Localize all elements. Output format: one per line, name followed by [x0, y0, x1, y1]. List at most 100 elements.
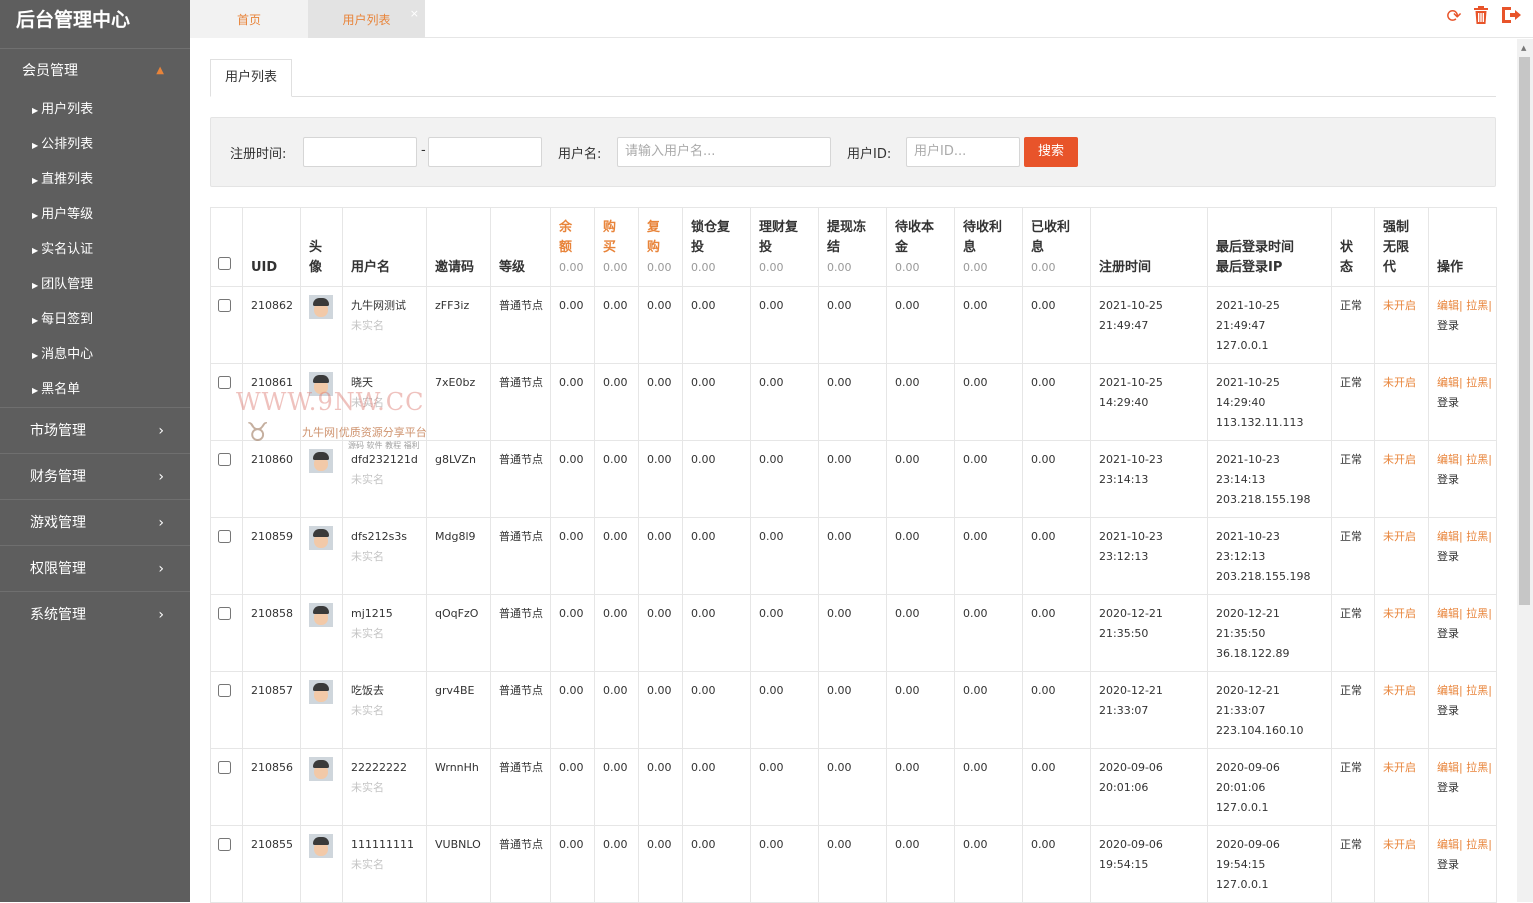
- cell-last-login: 2021-10-23 23:12:13 203.218.155.198: [1207, 517, 1332, 595]
- sidebar-group-4[interactable]: 系统管理 ›: [0, 591, 190, 637]
- cell-username: 晓天 未实名: [342, 363, 427, 441]
- caret-right-icon: ▶: [32, 386, 39, 395]
- search-button[interactable]: 搜索: [1024, 137, 1078, 167]
- sidebar-item-8[interactable]: ▶ 黑名单: [0, 372, 190, 407]
- sidebar-item-1[interactable]: ▶ 公排列表: [0, 127, 190, 162]
- blacklist-link[interactable]: 拉黑|: [1466, 607, 1492, 620]
- sidebar-item-4[interactable]: ▶ 实名认证: [0, 232, 190, 267]
- cell-avatar: [300, 671, 343, 749]
- edit-link[interactable]: 编辑|: [1437, 376, 1463, 389]
- invite-code: VUBNLO: [435, 838, 481, 851]
- reg-time-end-input[interactable]: [428, 137, 542, 167]
- sidebar-group-member[interactable]: 会员管理 ▲: [0, 48, 190, 92]
- row-checkbox[interactable]: [218, 607, 231, 620]
- row-checkbox[interactable]: [218, 761, 231, 774]
- blacklist-link[interactable]: 拉黑|: [1466, 684, 1492, 697]
- scrollbar[interactable]: ▲: [1517, 39, 1533, 902]
- blacklist-link[interactable]: 拉黑|: [1466, 376, 1492, 389]
- row-checkbox[interactable]: [218, 376, 231, 389]
- tab-home[interactable]: 首页: [190, 0, 308, 38]
- row-checkbox[interactable]: [218, 684, 231, 697]
- cell-lock: 0.00: [682, 286, 751, 364]
- username-input[interactable]: 请输入用户名...: [617, 137, 831, 167]
- caret-right-icon: ▶: [32, 176, 39, 185]
- edit-link[interactable]: 编辑|: [1437, 453, 1463, 466]
- row-checkbox[interactable]: [218, 453, 231, 466]
- chevron-right-icon: ›: [158, 515, 164, 531]
- login-time: 23:12:13: [1216, 550, 1266, 563]
- login-link[interactable]: 登录: [1437, 396, 1459, 409]
- blacklist-link[interactable]: 拉黑|: [1466, 530, 1492, 543]
- cell-avatar: [300, 517, 343, 595]
- tab-user-list[interactable]: 用户列表 ×: [308, 0, 425, 38]
- uid-input[interactable]: 用户ID...: [906, 137, 1020, 167]
- sidebar-group-2[interactable]: 游戏管理 ›: [0, 499, 190, 545]
- cell-invite: g8LVZn: [426, 440, 491, 518]
- level-value: 普通节点: [499, 530, 543, 543]
- balance-value: 0.00: [559, 376, 584, 389]
- scroll-up-icon[interactable]: ▲: [1521, 44, 1526, 52]
- edit-link[interactable]: 编辑|: [1437, 838, 1463, 851]
- login-time: 23:14:13: [1216, 473, 1266, 486]
- cell-last-login: 2020-12-21 21:33:07 223.104.160.10: [1207, 671, 1332, 749]
- sidebar-group-1[interactable]: 财务管理 ›: [0, 453, 190, 499]
- login-link[interactable]: 登录: [1437, 550, 1459, 563]
- invite-code: grv4BE: [435, 684, 475, 697]
- edit-link[interactable]: 编辑|: [1437, 530, 1463, 543]
- blacklist-link[interactable]: 拉黑|: [1466, 761, 1492, 774]
- sidebar-group-0[interactable]: 市场管理 ›: [0, 407, 190, 453]
- row-checkbox[interactable]: [218, 838, 231, 851]
- login-link[interactable]: 登录: [1437, 319, 1459, 332]
- edit-link[interactable]: 编辑|: [1437, 299, 1463, 312]
- cell-pending-principal: 0.00: [886, 825, 955, 903]
- select-all-checkbox[interactable]: [218, 257, 231, 270]
- cell-finance: 0.00: [750, 594, 819, 672]
- content-tab-user-list[interactable]: 用户列表: [210, 59, 292, 97]
- avatar-hair: [313, 606, 329, 614]
- close-icon[interactable]: ×: [410, 0, 419, 34]
- blacklist-link[interactable]: 拉黑|: [1466, 838, 1492, 851]
- blacklist-link[interactable]: 拉黑|: [1466, 453, 1492, 466]
- sidebar-group-3[interactable]: 权限管理 ›: [0, 545, 190, 591]
- sidebar-item-2[interactable]: ▶ 直推列表: [0, 162, 190, 197]
- login-link[interactable]: 登录: [1437, 858, 1459, 871]
- reg-date: 2020-12-21: [1099, 684, 1163, 697]
- avatar: [309, 603, 333, 627]
- sidebar-item-3[interactable]: ▶ 用户等级: [0, 197, 190, 232]
- row-checkbox[interactable]: [218, 530, 231, 543]
- login-link[interactable]: 登录: [1437, 781, 1459, 794]
- edit-link[interactable]: 编辑|: [1437, 607, 1463, 620]
- edit-link[interactable]: 编辑|: [1437, 684, 1463, 697]
- cell-lock: 0.00: [682, 594, 751, 672]
- avatar: [309, 757, 333, 781]
- login-link[interactable]: 登录: [1437, 704, 1459, 717]
- login-link[interactable]: 登录: [1437, 627, 1459, 640]
- login-date: 2021-10-25: [1216, 376, 1280, 389]
- reg-time-start-input[interactable]: [303, 137, 417, 167]
- logout-icon[interactable]: [1501, 6, 1521, 27]
- edit-link[interactable]: 编辑|: [1437, 761, 1463, 774]
- col-label: 待收利息: [963, 220, 1003, 255]
- sidebar-item-6[interactable]: ▶ 每日签到: [0, 302, 190, 337]
- balance-value: 0.00: [559, 684, 584, 697]
- status-value: 正常: [1340, 838, 1362, 851]
- row-checkbox[interactable]: [218, 299, 231, 312]
- trash-icon[interactable]: [1468, 6, 1495, 27]
- sidebar-group-label: 财务管理: [30, 469, 86, 485]
- refresh-icon[interactable]: ⟳: [1446, 6, 1461, 27]
- scrollbar-thumb[interactable]: [1519, 57, 1530, 605]
- sidebar-item-5[interactable]: ▶ 团队管理: [0, 267, 190, 302]
- login-link[interactable]: 登录: [1437, 473, 1459, 486]
- blacklist-link[interactable]: 拉黑|: [1466, 299, 1492, 312]
- col-label: 最后登录IP: [1216, 260, 1283, 275]
- col-label: 复购: [647, 220, 661, 255]
- col-ops: 操作: [1428, 207, 1497, 287]
- cell-buy: 0.00: [594, 671, 639, 749]
- chevron-right-icon: ›: [158, 607, 164, 623]
- real-name-status: 未实名: [351, 396, 384, 409]
- sidebar-item-0[interactable]: ▶ 用户列表: [0, 92, 190, 127]
- lock-value: 0.00: [691, 607, 716, 620]
- sidebar-item-7[interactable]: ▶ 消息中心: [0, 337, 190, 372]
- main-content: 用户列表 注册时间: - 用户名: 请输入用户名... 用户ID: 用户ID..…: [190, 39, 1517, 903]
- force-unlimited-value: 未开启: [1383, 299, 1416, 312]
